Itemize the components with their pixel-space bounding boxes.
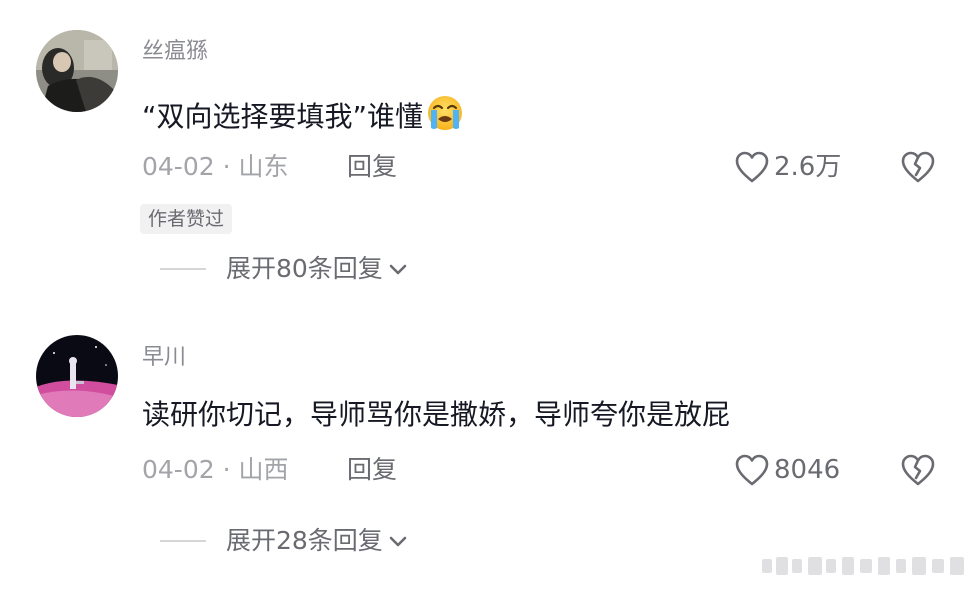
meta-separator: · (222, 455, 231, 484)
comment-meta: 04-02 · 山西 (142, 454, 289, 486)
avatar[interactable] (36, 335, 118, 417)
broken-heart-icon (901, 454, 935, 486)
heart-icon (735, 454, 769, 486)
comment-2: 早川 读研你切记，导师骂你是撒娇，导师夸你是放屁 04-02 · 山西 回复 8… (0, 0, 980, 591)
chevron-down-icon (387, 530, 409, 552)
comment-date: 04-02 (142, 455, 215, 484)
like-count: 8046 (774, 455, 841, 485)
comment-text: 读研你切记，导师骂你是撒娇，导师夸你是放屁 (142, 398, 731, 431)
divider-line (160, 540, 206, 542)
like-button[interactable]: 8046 (734, 453, 840, 487)
expand-replies-button[interactable]: 展开28条回复 (160, 525, 409, 557)
reply-button[interactable]: 回复 (347, 454, 397, 486)
comment-location: 山西 (238, 455, 289, 484)
watermark-graphic (762, 555, 972, 577)
watermark-icon (762, 557, 964, 575)
expand-replies-label: 展开28条回复 (226, 526, 383, 555)
dislike-button[interactable] (900, 453, 936, 487)
username[interactable]: 早川 (142, 344, 186, 372)
avatar-photo-icon (36, 335, 118, 417)
